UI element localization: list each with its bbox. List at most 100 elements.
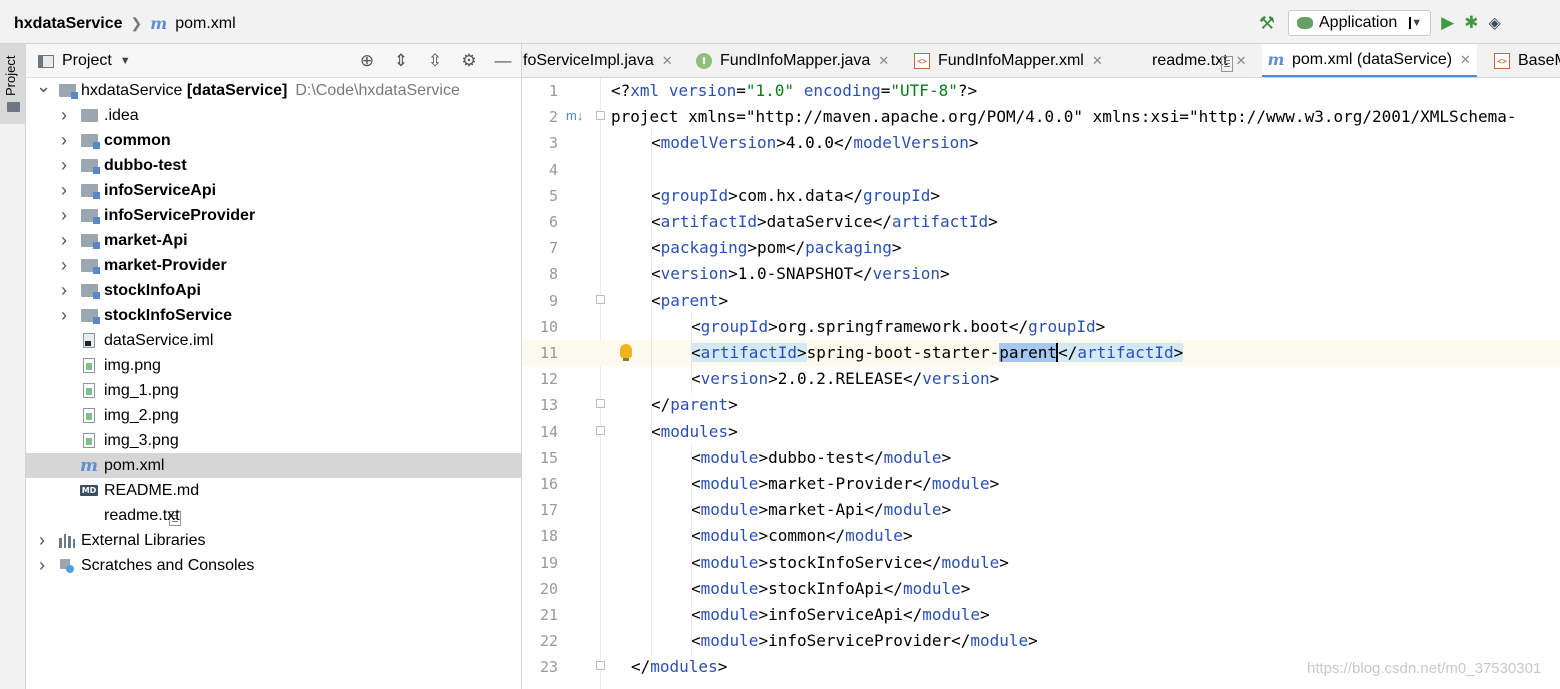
fold-marker-icon[interactable] xyxy=(596,295,605,304)
tree-item[interactable]: › .idea xyxy=(26,103,521,128)
module-folder-icon xyxy=(80,183,100,199)
fold-marker-icon[interactable] xyxy=(596,661,605,670)
code-line[interactable]: 17 <module>market-Api</module> xyxy=(522,497,1560,523)
code-line[interactable]: 3 <modelVersion>4.0.0</modelVersion> xyxy=(522,130,1560,156)
chevron-right-icon[interactable]: › xyxy=(58,205,70,226)
chevron-right-icon[interactable]: › xyxy=(36,555,48,576)
debug-icon[interactable]: ✱ xyxy=(1464,13,1478,33)
chevron-right-icon[interactable]: › xyxy=(58,130,70,151)
tree-item[interactable]: img_1.png xyxy=(26,378,521,403)
code-line[interactable]: 5 <groupId>com.hx.data</groupId> xyxy=(522,183,1560,209)
tree-item[interactable]: › common xyxy=(26,128,521,153)
locate-icon[interactable]: ⊕ xyxy=(356,51,378,71)
chevron-right-icon[interactable]: › xyxy=(58,305,70,326)
chevron-right-icon[interactable]: › xyxy=(58,155,70,176)
fold-marker-icon[interactable] xyxy=(596,426,605,435)
tree-item[interactable]: img_3.png xyxy=(26,428,521,453)
hammer-icon[interactable]: ⚒ xyxy=(1256,13,1278,34)
editor-tab[interactable]: foServiceImpl.java ✕ xyxy=(522,44,679,77)
code-line[interactable]: 11 <artifactId>spring-boot-starter-parent… xyxy=(522,340,1560,366)
editor-tab[interactable]: <> BaseM xyxy=(1488,44,1560,77)
markdown-file-icon: MD xyxy=(79,483,99,499)
tree-item[interactable]: ⌄ hxdataService [dataService] D:\Code\hxda… xyxy=(26,76,521,103)
code-text: <parent> xyxy=(651,291,729,310)
project-view-selector[interactable]: Project ▼ xyxy=(38,52,131,70)
code-line[interactable]: 22 <module>infoServiceProvider</module> xyxy=(522,628,1560,654)
module-name: [dataService] xyxy=(182,81,288,99)
tree-item[interactable]: img.png xyxy=(26,353,521,378)
code-line[interactable]: 9 <parent> xyxy=(522,288,1560,314)
fold-marker-icon[interactable] xyxy=(596,399,605,408)
tree-item[interactable]: m pom.xml xyxy=(26,453,521,478)
tree-item[interactable]: › External Libraries xyxy=(26,528,521,553)
code-line[interactable]: 7 <packaging>pom</packaging> xyxy=(522,235,1560,261)
editor-tab[interactable]: readme.txt ✕ xyxy=(1126,44,1253,77)
close-icon[interactable]: ✕ xyxy=(1236,53,1247,69)
tree-item[interactable]: › market-Provider xyxy=(26,253,521,278)
code-line[interactable]: 15 <module>dubbo-test</module> xyxy=(522,445,1560,471)
intention-bulb-icon[interactable] xyxy=(620,344,632,361)
collapse-all-icon[interactable]: ⇳ xyxy=(424,51,446,71)
chevron-right-icon[interactable]: › xyxy=(58,230,70,251)
code-line[interactable]: 1 <?xml version="1.0" encoding="UTF-8"?> xyxy=(522,78,1560,104)
tree-item[interactable]: › Scratches and Consoles xyxy=(26,553,521,578)
chevron-right-icon[interactable]: › xyxy=(58,255,70,276)
code-line[interactable]: 13 </parent> xyxy=(522,392,1560,418)
code-line[interactable]: 16 <module>market-Provider</module> xyxy=(522,471,1560,497)
code-line[interactable]: 2 m↓ project xmlns="http://maven.apache.or… xyxy=(522,104,1560,130)
tree-item[interactable]: › stockInfoService xyxy=(26,303,521,328)
breadcrumb: hxdataService ❯ m pom.xml xyxy=(14,14,236,33)
tree-item[interactable]: MD README.md xyxy=(26,478,521,503)
gear-icon[interactable]: ⚙ xyxy=(458,51,480,71)
code-line[interactable]: 12 <version>2.0.2.RELEASE</version> xyxy=(522,366,1560,392)
close-icon[interactable]: ✕ xyxy=(1092,53,1103,69)
code-line[interactable]: 20 <module>stockInfoApi</module> xyxy=(522,576,1560,602)
code-area[interactable]: 1 <?xml version="1.0" encoding="UTF-8"?> 2… xyxy=(522,78,1560,689)
chevron-right-icon[interactable]: › xyxy=(58,105,70,126)
fold-marker-icon[interactable] xyxy=(596,111,605,120)
tree-item[interactable]: img_2.png xyxy=(26,403,521,428)
tree-item[interactable]: › market-Api xyxy=(26,228,521,253)
tree-item[interactable]: dataService.iml xyxy=(26,328,521,353)
chevron-right-icon[interactable]: › xyxy=(58,180,70,201)
run-icon[interactable]: ▶ xyxy=(1441,13,1454,33)
close-icon[interactable]: ✕ xyxy=(662,53,673,69)
code-line[interactable]: 4 xyxy=(522,157,1560,183)
run-configuration-dropdown[interactable]: Application ▼ xyxy=(1288,10,1432,36)
tree-item[interactable]: › infoServiceApi xyxy=(26,178,521,203)
editor-tab[interactable]: I FundInfoMapper.java ✕ xyxy=(690,44,895,77)
line-number: 8 xyxy=(548,265,558,283)
tree-item[interactable]: readme.txt xyxy=(26,503,521,528)
code-line[interactable]: 14 <modules> xyxy=(522,419,1560,445)
editor-tab[interactable]: m pom.xml (dataService) ✕ xyxy=(1262,44,1477,77)
code-line[interactable]: 6 <artifactId>dataService</artifactId> xyxy=(522,209,1560,235)
tree-item[interactable]: › dubbo-test xyxy=(26,153,521,178)
watermark: https://blog.csdn.net/m0_37530301 xyxy=(1307,660,1542,677)
chevron-down-icon[interactable]: ⌄ xyxy=(36,76,51,97)
code-line[interactable]: 10 <groupId>org.springframework.boot</gro… xyxy=(522,314,1560,340)
expand-all-icon[interactable]: ⇕ xyxy=(390,51,412,71)
image-file-icon xyxy=(80,433,98,449)
breadcrumb-file[interactable]: pom.xml xyxy=(175,15,235,33)
code-text: <module>infoServiceProvider</module> xyxy=(691,631,1038,650)
code-line[interactable]: 21 <module>infoServiceApi</module> xyxy=(522,602,1560,628)
editor-tab[interactable]: <> FundInfoMapper.xml ✕ xyxy=(908,44,1109,77)
tree-item[interactable]: › infoServiceProvider xyxy=(26,203,521,228)
chevron-right-icon[interactable]: › xyxy=(58,280,70,301)
project-tool-window-button[interactable]: Project xyxy=(0,44,25,124)
coverage-icon[interactable]: ◈ xyxy=(1489,13,1501,33)
code-line[interactable]: 19 <module>stockInfoService</module> xyxy=(522,550,1560,576)
breadcrumb-project[interactable]: hxdataService xyxy=(14,15,123,33)
chevron-right-icon[interactable]: › xyxy=(36,530,48,551)
minimize-icon[interactable]: — xyxy=(492,51,514,71)
module-folder-icon xyxy=(80,208,100,224)
close-icon[interactable]: ✕ xyxy=(878,53,889,69)
line-number: 14 xyxy=(539,423,558,441)
code-line[interactable]: 18 <module>common</module> xyxy=(522,523,1560,549)
code-text: <groupId>com.hx.data</groupId> xyxy=(651,186,941,205)
maven-gutter-icon[interactable]: m↓ xyxy=(566,108,583,123)
module-folder-icon xyxy=(58,84,78,99)
close-icon[interactable]: ✕ xyxy=(1460,52,1471,68)
tree-item[interactable]: › stockInfoApi xyxy=(26,278,521,303)
code-line[interactable]: 8 <version>1.0-SNAPSHOT</version> xyxy=(522,261,1560,287)
